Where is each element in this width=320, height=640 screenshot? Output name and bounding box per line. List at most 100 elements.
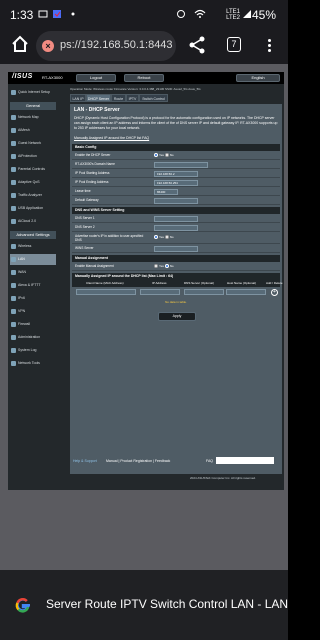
tab-switcher-button[interactable]: 7 [227,37,241,52]
sidebar-item-ipv6[interactable]: IPv6 [10,293,56,304]
enable-dhcp-radio[interactable]: Yes No [154,153,174,158]
enable-dhcp-row: Enable the DHCP Server Yes No [72,151,280,160]
tab-iptv[interactable]: IPTV [126,94,139,102]
advertise-router-ip-radio[interactable]: Yes No [154,235,174,240]
ip-pool-end-input[interactable]: 192.168.50.254 [154,179,198,186]
sidebar-item-lan[interactable]: LAN [10,254,56,265]
alarm-icon [177,10,185,18]
battery-percentage: 45% [251,8,276,22]
faq-search-input[interactable] [216,457,274,464]
wins-server-input[interactable] [154,245,198,252]
sidebar-item-system-log[interactable]: System Log [10,345,56,356]
copyright-text: 2024 ASUSTeK Computer Inc. All rights re… [190,476,256,480]
browser-toolbar: × ps://192.168.50.1:8443 7 [0,28,288,64]
dhcp-panel: LAN - DHCP Server DHCP (Dynamic Host Con… [70,104,283,474]
domain-name-input[interactable] [154,161,208,168]
sidebar-general-header: General [10,102,56,110]
host-name-optional-input[interactable] [226,289,266,295]
enable-manual-assignment-radio[interactable]: Yes No [154,264,174,269]
reboot-button[interactable]: Reboot [124,74,164,82]
tab-route[interactable]: Route [111,94,126,102]
default-gateway-input[interactable] [154,197,198,204]
sidebar-item-aimesh[interactable]: AiMesh [10,125,56,136]
ip-address-input[interactable] [140,289,180,295]
sidebar-item-aiprotection[interactable]: AiProtection [10,151,56,162]
dns-server-optional-input[interactable] [184,289,224,295]
sidebar-item-guest-network[interactable]: Guest Network [10,138,56,149]
status-bar: 1:33 LTE1 LTE2 45% [0,0,288,28]
domain-name-row: RT-AX3000's Domain Name [72,160,280,169]
home-icon[interactable] [10,34,30,54]
client-mac-input[interactable] [76,289,136,295]
wins-server-row: WINS Server [72,244,280,253]
sidebar-item-firewall[interactable]: Firewall [10,319,56,330]
operation-mode-line: Operation Mode: Wireless router Firmware… [70,87,201,91]
dns-server-1-input[interactable] [154,215,198,222]
signal-icon [243,10,251,18]
faq-label: FAQ [206,459,214,463]
column-ip-address: IP Address [152,281,167,285]
enable-manual-assignment-row: Enable Manual Assignment Yes No [72,262,280,271]
router-content: Operation Mode: Wireless router Firmware… [70,84,283,488]
column-client-name: Client Name (MAC Address) [86,281,124,285]
add-button[interactable]: + [271,288,278,296]
sidebar-item-network-map[interactable]: Network Map [10,112,56,123]
basic-config-header: Basic Config [72,144,280,151]
model-name: RT-AX3000 [42,75,63,80]
language-select[interactable]: English [236,74,280,82]
column-host-name: Host Name (Optional) [227,281,257,285]
sidebar-item-vpn[interactable]: VPN [10,306,56,317]
manual-ip-faq-link[interactable]: Manually Assigned IP around the DHCP lis… [74,136,149,140]
url-text[interactable]: ps://192.168.50.1:8443 [60,39,173,51]
router-header: /ISUS RT-AX3000 Logout Reboot English [8,72,284,84]
sidebar-item-wireless[interactable]: Wireless [10,241,56,252]
tab-switch-control[interactable]: Switch Control [139,94,168,102]
overflow-menu-icon[interactable] [266,37,272,55]
dns-server-1-row: DNS Server 1 [72,214,280,223]
manual-assignment-header: Manual Assignment [72,255,280,262]
lease-time-row: Lease time 86400 [72,187,280,196]
sidebar-item-aicloud[interactable]: AiCloud 2.0 [10,216,56,227]
share-icon[interactable] [188,36,206,54]
dns-server-2-input[interactable] [154,224,198,231]
tab-lan-ip[interactable]: LAN IP [70,94,86,102]
panel-description: DHCP (Dynamic Host Configuration Protoco… [74,116,278,130]
sidebar-item-network-tools[interactable]: Network Tools [10,358,56,369]
insecure-icon[interactable]: × [42,40,54,52]
router-sidebar: Quick Internet Setup General Network Map… [8,84,58,490]
dns-wins-header: DNS and WINS Server Setting [72,207,280,214]
manual-list-columns: Client Name (MAC Address) IP Address DNS… [72,280,283,287]
sidebar-item-usb-application[interactable]: USB Application [10,203,56,214]
page-title: LAN - DHCP Server [74,107,120,113]
footer-links[interactable]: Manual | Product Registration | Feedback [106,459,170,463]
sidebar-item-parental-controls[interactable]: Parental Controls [10,164,56,175]
clock: 1:33 [10,8,34,22]
sidebar-item-quick-setup[interactable]: Quick Internet Setup [10,86,56,99]
router-admin-ui: /ISUS RT-AX3000 Logout Reboot English Qu… [8,72,284,490]
sidebar-item-administration[interactable]: Administration [10,332,56,343]
web-page: /ISUS RT-AX3000 Logout Reboot English Qu… [0,64,288,570]
url-bar[interactable]: × ps://192.168.50.1:8443 [36,31,176,61]
network-type-label: LTE1 LTE2 [226,9,240,21]
google-icon [15,598,30,613]
lease-time-input[interactable]: 86400 [154,188,178,195]
sidebar-item-traffic-analyzer[interactable]: Traffic Analyzer [10,190,56,201]
suggestion-text[interactable]: Server Route IPTV Switch Control LAN - L… [46,597,288,611]
google-suggestion-bar[interactable]: Server Route IPTV Switch Control LAN - L… [0,570,288,640]
advertise-router-ip-row: Advertise router's IP in addition to use… [72,232,280,244]
apply-button[interactable]: Apply [158,312,196,321]
sidebar-item-adaptive-qos[interactable]: Adaptive QoS [10,177,56,188]
manual-list-header: Manually Assigned IP around the DHCP lis… [72,273,280,280]
help-support-link[interactable]: Help & Support [73,459,97,463]
sidebar-advanced-header: Advanced Settings [10,231,56,239]
column-dns-server: DNS Server (Optional) [184,281,215,285]
tab-dhcp-server[interactable]: DHCP Server [86,94,111,102]
logout-button[interactable]: Logout [76,74,116,82]
dot-icon [71,12,75,16]
sidebar-item-wan[interactable]: WAN [10,267,56,278]
notification-icon [53,10,61,18]
dns-server-2-row: DNS Server 2 [72,223,280,232]
sidebar-item-alexa-ifttt[interactable]: Alexa & IFTTT [10,280,56,291]
ip-pool-start-input[interactable]: 192.168.50.2 [154,170,198,177]
brand-logo: /ISUS [12,73,33,80]
